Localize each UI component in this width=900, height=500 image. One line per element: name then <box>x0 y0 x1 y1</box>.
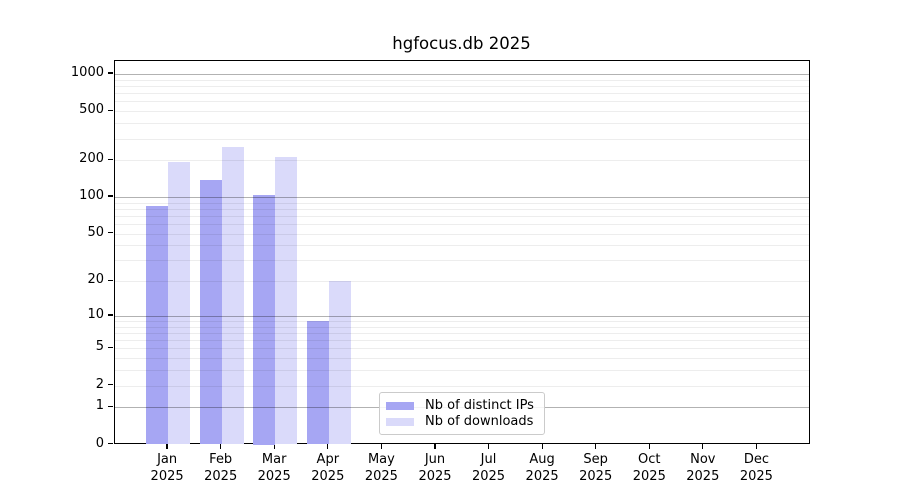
legend-item-downloads: Nb of downloads <box>386 414 536 430</box>
bar-distinct-ips <box>146 206 168 445</box>
y-tick <box>108 72 113 73</box>
y-tick <box>108 110 113 111</box>
y-gridline-minor <box>115 348 810 349</box>
x-tick-label: Mar 2025 <box>246 452 302 485</box>
y-gridline-minor <box>115 245 810 246</box>
legend-swatch-distinct-ips <box>386 402 414 411</box>
y-tick <box>108 406 113 407</box>
y-gridline-minor <box>115 234 810 235</box>
bar-downloads <box>222 147 244 445</box>
x-tick <box>488 444 489 449</box>
x-tick-label: Jun 2025 <box>407 452 463 485</box>
y-gridline-minor <box>115 209 810 210</box>
y-gridline-major <box>115 197 810 198</box>
y-gridline-major <box>115 74 810 75</box>
legend-swatch-downloads <box>386 418 414 427</box>
x-tick-label: Jan 2025 <box>139 452 195 485</box>
y-gridline-minor <box>115 370 810 371</box>
x-tick <box>595 444 596 449</box>
x-tick-label: May 2025 <box>353 452 409 485</box>
x-tick <box>702 444 703 449</box>
y-gridline-minor <box>115 260 810 261</box>
x-tick-label: Sep 2025 <box>568 452 624 485</box>
y-tick-label: 500 <box>0 101 104 119</box>
y-gridline-minor <box>115 340 810 341</box>
y-tick-label: 200 <box>0 150 104 168</box>
legend-item-distinct-ips: Nb of distinct IPs <box>386 398 536 414</box>
x-tick-label: Dec 2025 <box>728 452 784 485</box>
y-tick-label: 1 <box>0 397 104 415</box>
y-gridline-minor <box>115 123 810 124</box>
x-tick <box>381 444 382 449</box>
y-tick <box>108 384 113 385</box>
legend: Nb of distinct IPs Nb of downloads <box>379 392 545 435</box>
legend-label-distinct-ips: Nb of distinct IPs <box>425 398 534 414</box>
y-tick <box>108 314 113 315</box>
x-tick-label: Nov 2025 <box>675 452 731 485</box>
y-gridline-minor <box>115 327 810 328</box>
y-tick-label: 0 <box>0 435 104 453</box>
y-gridline-minor <box>115 281 810 282</box>
y-gridline-minor <box>115 386 810 387</box>
y-gridline-minor <box>115 358 810 359</box>
y-gridline-minor <box>115 101 810 102</box>
y-tick <box>108 159 113 160</box>
y-gridline-minor <box>115 93 810 94</box>
bar-downloads <box>275 157 297 445</box>
y-tick-label: 5 <box>0 338 104 356</box>
bar-downloads <box>168 162 190 444</box>
bar-downloads <box>329 281 351 444</box>
y-tick <box>108 443 113 444</box>
legend-label-downloads: Nb of downloads <box>425 414 533 430</box>
y-gridline-minor <box>115 333 810 334</box>
x-tick-label: Oct 2025 <box>621 452 677 485</box>
x-tick <box>649 444 650 449</box>
y-gridline-minor <box>115 160 810 161</box>
x-tick <box>756 444 757 449</box>
x-tick-label: Aug 2025 <box>514 452 570 485</box>
y-gridline-minor <box>115 224 810 225</box>
x-tick-label: Feb 2025 <box>193 452 249 485</box>
x-tick-label: Jul 2025 <box>461 452 517 485</box>
chart-figure: hgfocus.db 2025 Nb of distinct IPs Nb of… <box>0 0 900 500</box>
y-gridline-minor <box>115 203 810 204</box>
y-gridline-minor <box>115 86 810 87</box>
y-tick-label: 1000 <box>0 64 104 82</box>
y-gridline-minor <box>115 139 810 140</box>
y-tick-label: 50 <box>0 224 104 242</box>
y-tick-label: 10 <box>0 306 104 324</box>
y-gridline-minor <box>115 216 810 217</box>
x-tick-label: Apr 2025 <box>300 452 356 485</box>
y-tick <box>108 280 113 281</box>
x-tick <box>542 444 543 449</box>
y-tick <box>108 347 113 348</box>
y-gridline-minor <box>115 80 810 81</box>
y-tick-label: 100 <box>0 187 104 205</box>
chart-title: hgfocus.db 2025 <box>113 34 810 54</box>
y-tick <box>108 195 113 196</box>
y-gridline-minor <box>115 111 810 112</box>
y-tick-label: 2 <box>0 376 104 394</box>
y-tick <box>108 232 113 233</box>
plot-area <box>114 60 811 444</box>
bar-distinct-ips <box>200 180 222 444</box>
y-gridline-minor <box>115 321 810 322</box>
x-tick <box>434 444 435 449</box>
y-tick-label: 20 <box>0 271 104 289</box>
y-gridline-major <box>115 316 810 317</box>
